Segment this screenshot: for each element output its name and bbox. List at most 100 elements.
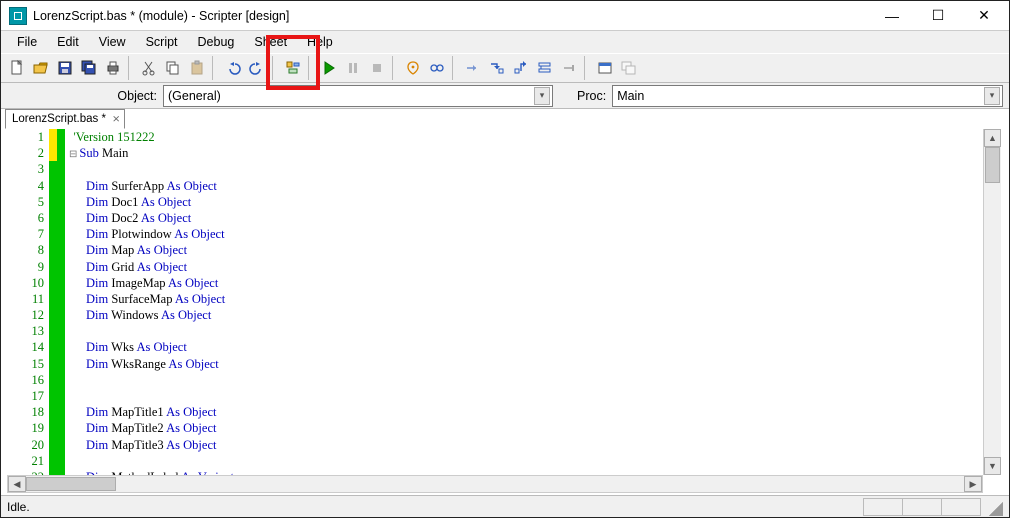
object-browser-icon[interactable] (281, 56, 305, 80)
scroll-up-icon[interactable]: ▲ (984, 129, 1001, 147)
copy-icon[interactable] (161, 56, 185, 80)
menu-debug[interactable]: Debug (188, 33, 245, 51)
window1-icon[interactable] (593, 56, 617, 80)
breakpoint-icon[interactable] (401, 56, 425, 80)
file-tab[interactable]: LorenzScript.bas * ⨯ (5, 109, 125, 129)
pause-icon[interactable] (341, 56, 365, 80)
code-line[interactable]: Dim Doc2 As Object (69, 210, 1001, 226)
line-number: 17 (7, 388, 49, 404)
line-number: 19 (7, 420, 49, 436)
scroll-thumb[interactable] (985, 147, 1000, 183)
scroll-track[interactable] (984, 147, 1001, 457)
code-line[interactable]: Dim Doc1 As Object (69, 194, 1001, 210)
line-number: 11 (7, 291, 49, 307)
save-all-icon[interactable] (77, 56, 101, 80)
code-editor[interactable]: 12345678910111213141516171819202122 'Ver… (7, 129, 1001, 475)
code-line[interactable] (69, 372, 1001, 388)
line-number: 14 (7, 339, 49, 355)
object-select-value: (General) (168, 89, 221, 103)
code-line[interactable]: Dim Grid As Object (69, 259, 1001, 275)
window-title: LorenzScript.bas * (module) - Scripter [… (33, 9, 289, 23)
code-line[interactable]: Dim Map As Object (69, 242, 1001, 258)
fold-margin (57, 129, 65, 475)
code-line[interactable]: Dim Windows As Object (69, 307, 1001, 323)
code-line[interactable] (69, 323, 1001, 339)
run-icon[interactable] (317, 56, 341, 80)
line-number: 2 (7, 145, 49, 161)
watch-icon[interactable] (425, 56, 449, 80)
scroll-right-icon[interactable]: ▶ (964, 476, 982, 492)
proc-select[interactable]: Main ▾ (612, 85, 1003, 107)
menu-view[interactable]: View (89, 33, 136, 51)
toolbar (1, 53, 1009, 83)
code-line[interactable] (69, 161, 1001, 177)
close-button[interactable]: ✕ (961, 2, 1007, 30)
step-icon[interactable] (533, 56, 557, 80)
run-to-cursor-icon[interactable] (557, 56, 581, 80)
menu-edit[interactable]: Edit (47, 33, 89, 51)
line-number: 7 (7, 226, 49, 242)
object-select[interactable]: (General) ▾ (163, 85, 553, 107)
paste-icon[interactable] (185, 56, 209, 80)
code-line[interactable]: Dim ImageMap As Object (69, 275, 1001, 291)
undo-icon[interactable] (221, 56, 245, 80)
scroll-down-icon[interactable]: ▼ (984, 457, 1001, 475)
selector-row: Object: (General) ▾ Proc: Main ▾ (1, 83, 1009, 109)
step-over-icon[interactable] (461, 56, 485, 80)
cut-icon[interactable] (137, 56, 161, 80)
menu-sheet[interactable]: Sheet (244, 33, 297, 51)
code-line[interactable]: Dim SurfaceMap As Object (69, 291, 1001, 307)
line-number: 9 (7, 259, 49, 275)
dropdown-arrow-icon: ▾ (534, 87, 550, 105)
line-number: 3 (7, 161, 49, 177)
menu-bar: File Edit View Script Debug Sheet Help (1, 31, 1009, 53)
save-icon[interactable] (53, 56, 77, 80)
scroll-track[interactable] (26, 476, 964, 492)
code-line[interactable]: Dim WksRange As Object (69, 356, 1001, 372)
code-line[interactable]: Dim MapTitle1 As Object (69, 404, 1001, 420)
status-cells (864, 498, 981, 516)
line-number: 12 (7, 307, 49, 323)
code-line[interactable]: Dim Wks As Object (69, 339, 1001, 355)
menu-file[interactable]: File (7, 33, 47, 51)
menu-script[interactable]: Script (136, 33, 188, 51)
step-into-icon[interactable] (485, 56, 509, 80)
scroll-left-icon[interactable]: ◀ (8, 476, 26, 492)
line-number: 20 (7, 437, 49, 453)
code-line[interactable]: Dim SurferApp As Object (69, 178, 1001, 194)
line-number: 4 (7, 178, 49, 194)
line-number: 10 (7, 275, 49, 291)
code-line[interactable]: Dim Plotwindow As Object (69, 226, 1001, 242)
print-icon[interactable] (101, 56, 125, 80)
proc-select-value: Main (617, 89, 644, 103)
resize-grip-icon[interactable] (985, 498, 1003, 516)
line-number: 16 (7, 372, 49, 388)
close-tab-icon[interactable]: ⨯ (112, 114, 120, 125)
file-tab-strip: LorenzScript.bas * ⨯ (5, 109, 125, 129)
menu-help[interactable]: Help (297, 33, 343, 51)
minimize-button[interactable]: — (869, 2, 915, 30)
app-window: LorenzScript.bas * (module) - Scripter [… (0, 0, 1010, 518)
horizontal-scrollbar[interactable]: ◀ ▶ (7, 475, 983, 493)
code-line[interactable] (69, 388, 1001, 404)
code-line[interactable]: 'Version 151222 (69, 129, 1001, 145)
step-out-icon[interactable] (509, 56, 533, 80)
fold-icon[interactable]: ⊟ (69, 149, 79, 160)
vertical-scrollbar[interactable]: ▲ ▼ (983, 129, 1001, 475)
maximize-button[interactable]: ☐ (915, 2, 961, 30)
code-line[interactable]: Dim MapTitle2 As Object (69, 420, 1001, 436)
code-line[interactable]: ⊟Sub Main (69, 145, 1001, 161)
stop-icon[interactable] (365, 56, 389, 80)
open-icon[interactable] (29, 56, 53, 80)
new-icon[interactable] (5, 56, 29, 80)
scroll-thumb[interactable] (26, 477, 116, 491)
line-number: 13 (7, 323, 49, 339)
line-number-gutter: 12345678910111213141516171819202122 (7, 129, 49, 475)
line-number: 15 (7, 356, 49, 372)
code-text[interactable]: 'Version 151222⊟Sub Main Dim SurferApp A… (65, 129, 1001, 475)
redo-icon[interactable] (245, 56, 269, 80)
code-line[interactable]: Dim MapTitle3 As Object (69, 437, 1001, 453)
window2-icon[interactable] (617, 56, 641, 80)
line-number: 6 (7, 210, 49, 226)
code-line[interactable] (69, 453, 1001, 469)
